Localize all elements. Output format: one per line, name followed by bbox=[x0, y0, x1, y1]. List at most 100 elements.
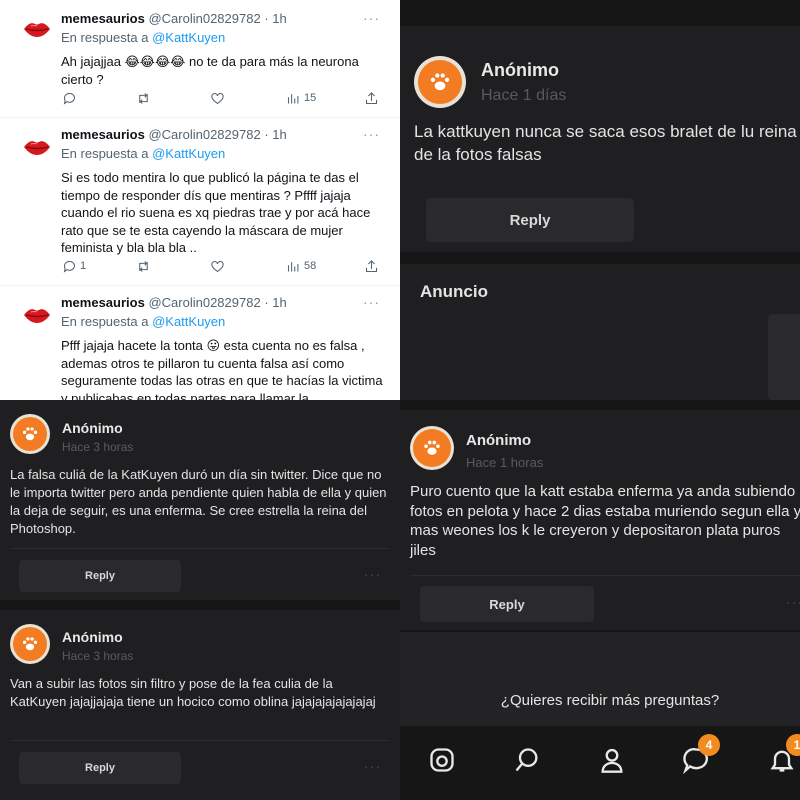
reply-button[interactable]: Reply bbox=[420, 586, 594, 622]
like-button[interactable] bbox=[210, 90, 225, 106]
paw-icon bbox=[413, 429, 451, 467]
tweet-actions: 1 58 bbox=[62, 258, 382, 274]
views-button[interactable]: 15 bbox=[286, 90, 316, 106]
reply-to-handle[interactable]: @KattKuyen bbox=[152, 146, 225, 161]
tweet-text: Pfff jajaja hacete la tonta 😛 esta cuent… bbox=[61, 338, 383, 400]
nav-search-button[interactable] bbox=[513, 746, 541, 779]
tweet[interactable]: memesaurios @Carolin02829782 · 1h En res… bbox=[0, 0, 400, 118]
tweet-body: memesaurios @Carolin02829782 · 1h En res… bbox=[61, 11, 386, 88]
paw-icon bbox=[418, 60, 462, 104]
replying-to: En respuesta a @KattKuyen bbox=[61, 314, 386, 330]
share-icon bbox=[365, 91, 378, 104]
paw-icon bbox=[13, 417, 47, 451]
question-text: La falsa culiá de la KatKuyen duró un dí… bbox=[10, 467, 387, 536]
more-options-icon[interactable]: ··· bbox=[363, 10, 380, 26]
divider bbox=[410, 575, 800, 576]
author-name[interactable]: memesaurios bbox=[61, 127, 145, 142]
reply-button[interactable]: Reply bbox=[19, 752, 181, 784]
tweet-header: memesaurios @Carolin02829782 · 1h bbox=[61, 127, 386, 143]
anon-question-panel-top: Anónimo Hace 1 días La kattkuyen nunca s… bbox=[400, 0, 800, 400]
tweet-time[interactable]: · 1h bbox=[264, 295, 286, 310]
author-name[interactable]: memesaurios bbox=[61, 11, 145, 26]
more-options-icon[interactable]: ··· bbox=[364, 566, 381, 582]
reply-button[interactable] bbox=[62, 90, 80, 106]
views-count: 15 bbox=[304, 92, 317, 104]
nav-messages-button[interactable]: 4 bbox=[682, 734, 720, 779]
post-time: Hace 3 horas bbox=[62, 649, 134, 663]
reply-prefix: En respuesta a bbox=[61, 314, 149, 329]
reply-count: 1 bbox=[80, 260, 87, 272]
more-options-icon[interactable]: ··· bbox=[364, 758, 381, 774]
tweet-header: memesaurios @Carolin02829782 · 1h bbox=[61, 295, 386, 311]
replying-to: En respuesta a @KattKuyen bbox=[61, 30, 386, 46]
question-text: Van a subir las fotos sin filtro y pose … bbox=[10, 676, 376, 709]
post-time: Hace 1 días bbox=[481, 87, 567, 104]
author-handle[interactable]: @Carolin02829782 bbox=[148, 295, 260, 310]
nav-camera-button[interactable] bbox=[428, 746, 456, 779]
analytics-icon bbox=[287, 261, 299, 271]
nav-notifications-button[interactable]: 1 bbox=[768, 734, 800, 779]
promo-prompt: ¿Quieres recibir más preguntas? bbox=[500, 692, 720, 709]
retweet-button[interactable] bbox=[136, 258, 151, 274]
lips-avatar-icon[interactable] bbox=[22, 300, 52, 330]
retweet-button[interactable] bbox=[136, 90, 151, 106]
paw-icon bbox=[13, 627, 47, 661]
tweet-text: Ah jajajjaa 😂😂😂😂 no te da para más la ne… bbox=[61, 54, 359, 87]
author-name: Anónimo bbox=[481, 60, 559, 80]
reply-to-handle[interactable]: @KattKuyen bbox=[152, 314, 225, 329]
ad-card: Anuncio bbox=[400, 264, 800, 400]
author-name[interactable]: memesaurios bbox=[61, 295, 145, 310]
reply-button[interactable]: 1 bbox=[62, 258, 86, 274]
camera-icon bbox=[430, 748, 454, 772]
heart-icon bbox=[211, 92, 224, 104]
more-options-icon[interactable]: ··· bbox=[363, 294, 380, 310]
tweet-body: memesaurios @Carolin02829782 · 1h En res… bbox=[61, 127, 386, 257]
tweet-time[interactable]: · 1h bbox=[264, 11, 286, 26]
question-card: Anónimo Hace 3 horas La falsa culiá de l… bbox=[0, 400, 400, 600]
author-name: Anónimo bbox=[62, 420, 123, 436]
twitter-replies-panel: memesaurios @Carolin02829782 · 1h En res… bbox=[0, 0, 400, 400]
author-name: Anónimo bbox=[466, 432, 531, 449]
divider bbox=[10, 548, 390, 549]
question-text: La kattkuyen nunca se saca esos bralet d… bbox=[414, 122, 797, 164]
avatar bbox=[10, 624, 50, 664]
author-handle[interactable]: @Carolin02829782 bbox=[148, 127, 260, 142]
reply-button[interactable]: Reply bbox=[19, 560, 181, 592]
lips-avatar-icon[interactable] bbox=[22, 132, 52, 162]
like-button[interactable] bbox=[210, 258, 225, 274]
reply-prefix: En respuesta a bbox=[61, 146, 149, 161]
avatar bbox=[10, 414, 50, 454]
question-card: Anónimo Hace 1 días La kattkuyen nunca s… bbox=[400, 26, 800, 252]
more-options-icon[interactable]: ··· bbox=[786, 594, 800, 610]
share-button[interactable] bbox=[364, 90, 379, 106]
analytics-icon bbox=[287, 93, 299, 103]
ad-content[interactable] bbox=[768, 314, 800, 400]
tweet-body: memesaurios @Carolin02829782 · 1h En res… bbox=[61, 295, 386, 400]
retweet-icon bbox=[139, 92, 148, 104]
avatar bbox=[410, 426, 454, 470]
replying-to: En respuesta a @KattKuyen bbox=[61, 146, 386, 162]
tweet[interactable]: memesaurios @Carolin02829782 · 1h En res… bbox=[0, 118, 400, 286]
share-button[interactable] bbox=[364, 258, 379, 274]
profile-icon bbox=[601, 748, 623, 773]
views-count: 58 bbox=[304, 260, 317, 272]
question-card: Anónimo Hace 1 horas Puro cuento que la … bbox=[400, 410, 800, 630]
share-icon bbox=[365, 259, 378, 272]
nav-profile-button[interactable] bbox=[598, 746, 626, 779]
views-button[interactable]: 58 bbox=[286, 258, 316, 274]
author-handle[interactable]: @Carolin02829782 bbox=[148, 11, 260, 26]
question-text: Puro cuento que la katt estaba enferma y… bbox=[410, 483, 800, 559]
lips-avatar-icon[interactable] bbox=[22, 14, 52, 44]
promo-card: ¿Quieres recibir más preguntas? bbox=[400, 632, 800, 726]
retweet-icon bbox=[139, 260, 148, 272]
reply-to-handle[interactable]: @KattKuyen bbox=[152, 30, 225, 45]
more-options-icon[interactable]: ··· bbox=[363, 126, 380, 142]
post-time: Hace 1 horas bbox=[466, 455, 544, 470]
tweet-time[interactable]: · 1h bbox=[264, 127, 286, 142]
tweet[interactable]: memesaurios @Carolin02829782 · 1h En res… bbox=[0, 286, 400, 400]
tweet-header: memesaurios @Carolin02829782 · 1h bbox=[61, 11, 386, 27]
search-icon bbox=[515, 748, 538, 772]
comment-icon bbox=[63, 260, 76, 273]
reply-button[interactable]: Reply bbox=[426, 198, 634, 242]
messages-badge: 4 bbox=[698, 734, 720, 756]
